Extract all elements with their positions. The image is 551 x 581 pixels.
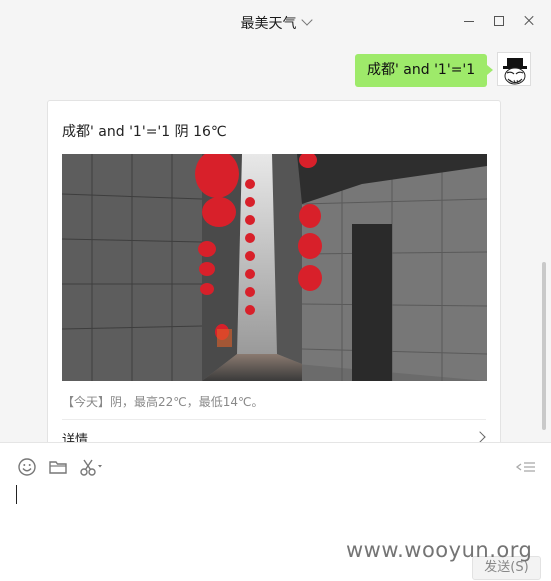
minimize-icon[interactable]: [462, 14, 476, 28]
chat-area: 成都' and '1'='1 成都' and '1'='1 阴 16℃ 【今天】…: [0, 46, 551, 442]
chat-history-icon[interactable]: [515, 457, 535, 477]
folder-icon[interactable]: [48, 457, 68, 477]
close-icon[interactable]: [522, 14, 536, 28]
message-input-caret[interactable]: [16, 485, 17, 504]
window-title: 最美天气: [240, 16, 297, 32]
avatar-image: [498, 53, 530, 85]
alley-lanterns-image: [62, 154, 487, 381]
card-divider: [62, 419, 486, 420]
outgoing-message-bubble[interactable]: 成都' and '1'='1: [355, 54, 494, 87]
maximize-icon[interactable]: [492, 14, 506, 28]
details-link[interactable]: 详情: [62, 429, 486, 442]
title-bar: 最美天气: [0, 0, 551, 46]
chat-scrollbar[interactable]: [542, 262, 546, 430]
avatar[interactable]: [497, 52, 531, 86]
chevron-down-icon: [300, 14, 313, 26]
emoji-icon[interactable]: [17, 457, 37, 477]
card-title: 成都' and '1'='1 阴 16℃: [62, 124, 227, 140]
details-label: 详情: [62, 433, 89, 442]
card-description: 【今天】阴，最高22℃，最低14℃。: [62, 395, 264, 409]
weather-card[interactable]: 成都' and '1'='1 阴 16℃ 【今天】阴，最高22℃，最低14℃。 …: [47, 100, 501, 442]
card-photo[interactable]: [62, 154, 487, 381]
scissors-icon[interactable]: [79, 457, 102, 477]
chevron-right-icon: [474, 431, 486, 442]
watermark: www.wooyun.org: [346, 538, 533, 562]
